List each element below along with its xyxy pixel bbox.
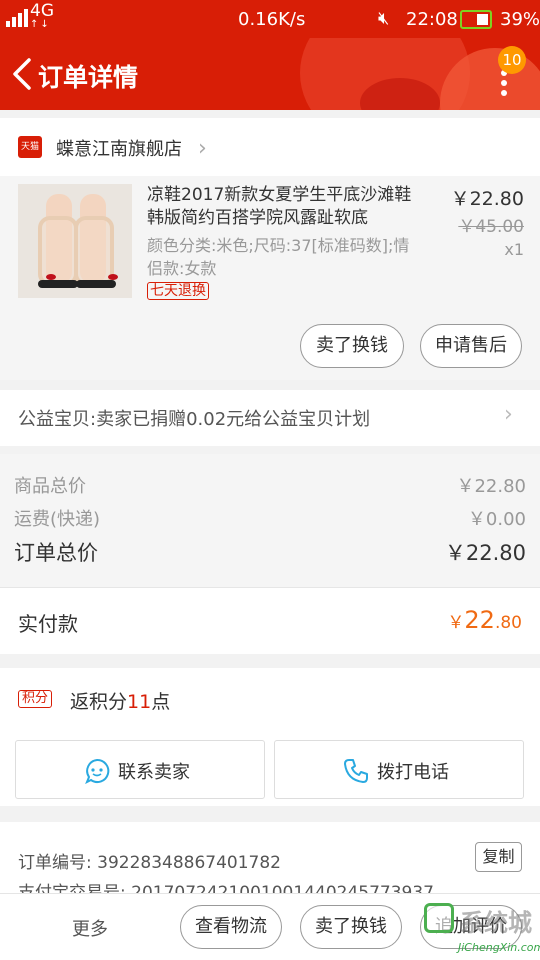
shipping-row: 运费(快递) ￥0.00	[14, 505, 526, 531]
return-policy-badge: 七天退换	[147, 282, 209, 300]
call-phone-label: 拨打电话	[377, 762, 449, 783]
mute-icon: 🔇︎	[378, 8, 390, 29]
shipping-label: 运费(快递)	[14, 509, 101, 530]
data-arrows-icon: ↑↓	[30, 19, 51, 30]
product-original-price: ￥45.00	[458, 217, 524, 237]
watermark-logo-icon	[424, 903, 454, 933]
sell-again-button[interactable]: 卖了换钱	[300, 905, 402, 949]
more-button[interactable]: 更多	[72, 915, 108, 941]
points-badge: 积分	[18, 690, 53, 708]
status-bar: 4G ↑↓ 0.16K/s 🔇︎ 22:08 39%	[0, 0, 540, 38]
network-indicator: 4G ↑↓	[30, 2, 54, 30]
goods-total-label: 商品总价	[14, 476, 86, 497]
chevron-right-icon[interactable]: ›	[504, 402, 513, 427]
call-phone-button[interactable]: 拨打电话	[274, 740, 524, 799]
network-speed: 0.16K/s	[238, 9, 306, 30]
points-section: 积分 返积分11点 联系卖家 拨打电话	[0, 668, 540, 806]
order-item-card: 天猫 蝶意江南旗舰店 › 凉鞋2017新款女夏学生平底沙滩鞋韩版简约百搭学院风露…	[0, 118, 540, 380]
tmall-logo-icon: 天猫	[18, 136, 42, 158]
nav-bar: 订单详情 10	[0, 38, 540, 110]
chevron-right-icon[interactable]: ›	[198, 136, 207, 161]
clock: 22:08	[406, 9, 458, 30]
order-total-label: 订单总价	[14, 541, 98, 565]
charity-row[interactable]: 公益宝贝:卖家已捐赠0.02元给公益宝贝计划 ›	[0, 390, 540, 446]
network-type: 4G	[30, 1, 54, 21]
site-watermark: 系统城 JiChengXin.com	[424, 903, 540, 960]
charity-text: 公益宝贝:卖家已捐赠0.02元给公益宝贝计划	[18, 409, 371, 430]
goods-total-value: ￥22.80	[456, 476, 526, 497]
order-total-value: ￥22.80	[444, 541, 526, 565]
product-thumbnail[interactable]	[18, 184, 132, 298]
product-price: ￥22.80	[450, 188, 524, 210]
watermark-text: 系统城	[460, 909, 532, 937]
paid-label: 实付款	[18, 612, 78, 636]
chat-bubble-icon	[85, 758, 110, 784]
copy-button[interactable]: 复制	[475, 842, 522, 872]
shop-name[interactable]: 蝶意江南旗舰店	[56, 135, 182, 161]
notification-badge[interactable]: 10	[498, 46, 526, 74]
paid-row: 实付款 ￥22.80	[0, 587, 540, 654]
product-title[interactable]: 凉鞋2017新款女夏学生平底沙滩鞋韩版简约百搭学院风露趾软底	[147, 184, 417, 230]
order-total-row: 订单总价 ￥22.80	[14, 537, 526, 567]
page-title: 订单详情	[38, 63, 139, 92]
contact-seller-label: 联系卖家	[118, 762, 190, 783]
product-row[interactable]: 凉鞋2017新款女夏学生平底沙滩鞋韩版简约百搭学院风露趾软底 颜色分类:米色;尺…	[0, 176, 540, 380]
paid-amount: ￥22.80	[447, 606, 522, 634]
points-text: 返积分11点	[70, 691, 171, 713]
order-info: 订单编号: 39228348867401782 支付宝交易号: 20170724…	[0, 822, 540, 902]
price-summary: 商品总价 ￥22.80 运费(快递) ￥0.00 订单总价 ￥22.80 实付款…	[0, 454, 540, 654]
goods-total-row: 商品总价 ￥22.80	[14, 472, 526, 498]
more-menu-icon[interactable]	[500, 70, 508, 96]
product-quantity: x1	[504, 240, 524, 259]
shop-row[interactable]: 天猫 蝶意江南旗舰店 ›	[0, 118, 540, 176]
battery-icon	[460, 10, 492, 29]
contact-seller-button[interactable]: 联系卖家	[15, 740, 265, 799]
back-arrow-icon[interactable]	[10, 57, 36, 91]
sell-button[interactable]: 卖了换钱	[300, 324, 404, 368]
view-logistics-button[interactable]: 查看物流	[180, 905, 282, 949]
phone-icon	[344, 759, 368, 783]
signal-icon	[6, 9, 28, 27]
order-number: 订单编号: 39228348867401782	[18, 853, 282, 873]
shipping-value: ￥0.00	[467, 509, 526, 530]
watermark-domain: JiChengXin.com	[458, 941, 540, 954]
battery-percent: 39%	[500, 9, 540, 30]
after-sale-button[interactable]: 申请售后	[420, 324, 522, 368]
product-spec: 颜色分类:米色;尺码:37[标准码数];情侣款:女款	[147, 236, 410, 278]
